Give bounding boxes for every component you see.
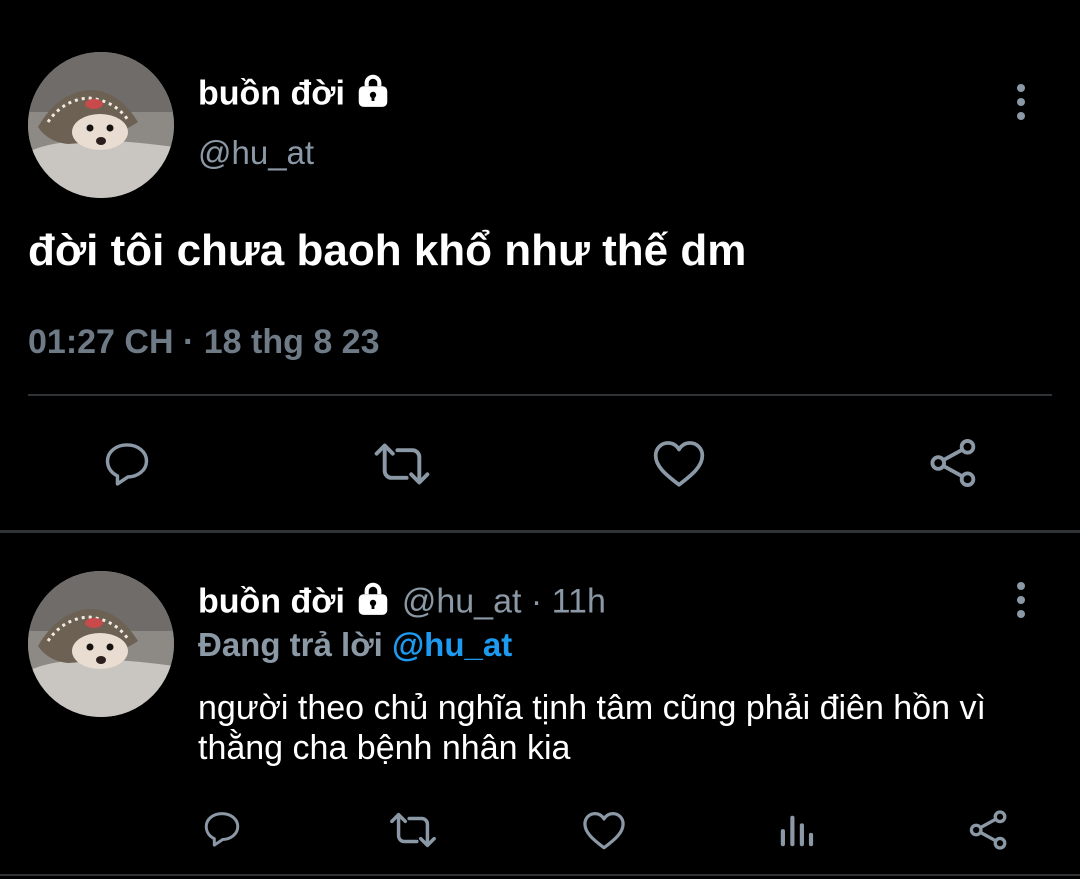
lock-icon (354, 72, 392, 119)
tweet-time: 01:27 CH (28, 323, 174, 361)
analytics-icon[interactable] (776, 812, 816, 850)
retweet-icon[interactable] (372, 440, 432, 488)
reply-icon[interactable] (100, 438, 154, 490)
reply-handle: @hu_at (401, 582, 522, 621)
section-divider (0, 530, 1080, 533)
heart-icon[interactable] (581, 809, 627, 851)
display-name-text: buồn đời (198, 74, 345, 113)
hedgehog-avatar-image (28, 571, 174, 717)
reply-display-name: buồn đời (198, 582, 345, 621)
reply-avatar[interactable] (28, 571, 174, 717)
bottom-divider (0, 874, 1080, 876)
replying-to-prefix: Đang trả lời (198, 626, 383, 663)
reply-separator: · (530, 582, 543, 621)
replying-to-line: Đang trả lời @hu_at (198, 625, 512, 665)
heart-icon[interactable] (651, 437, 707, 489)
share-icon[interactable] (926, 436, 982, 490)
handle[interactable]: @hu_at (198, 133, 314, 173)
meta-separator: · (182, 323, 195, 361)
tweet-text: đời tôi chưa baoh khổ như thế dm (28, 226, 747, 275)
more-vertical-icon[interactable] (1012, 84, 1030, 120)
lock-icon (354, 580, 392, 627)
share-icon[interactable] (966, 808, 1012, 852)
replying-to-mention[interactable]: @hu_at (392, 626, 512, 663)
reply-age: 11h (551, 582, 606, 621)
avatar[interactable] (28, 52, 174, 198)
retweet-icon[interactable] (388, 810, 438, 850)
reply-header[interactable]: buồn đời @hu_at · 11h (198, 580, 606, 627)
hedgehog-avatar-image (28, 52, 174, 198)
divider (28, 394, 1052, 396)
reply-icon[interactable] (200, 808, 244, 850)
display-name[interactable]: buồn đời (198, 72, 392, 119)
tweet-date: 18 thg 8 23 (203, 323, 380, 361)
reply-text: người theo chủ nghĩa tịnh tâm cũng phải … (198, 689, 986, 767)
tweet-timestamp[interactable]: 01:27 CH · 18 thg 8 23 (28, 322, 380, 362)
more-vertical-icon[interactable] (1012, 582, 1030, 618)
